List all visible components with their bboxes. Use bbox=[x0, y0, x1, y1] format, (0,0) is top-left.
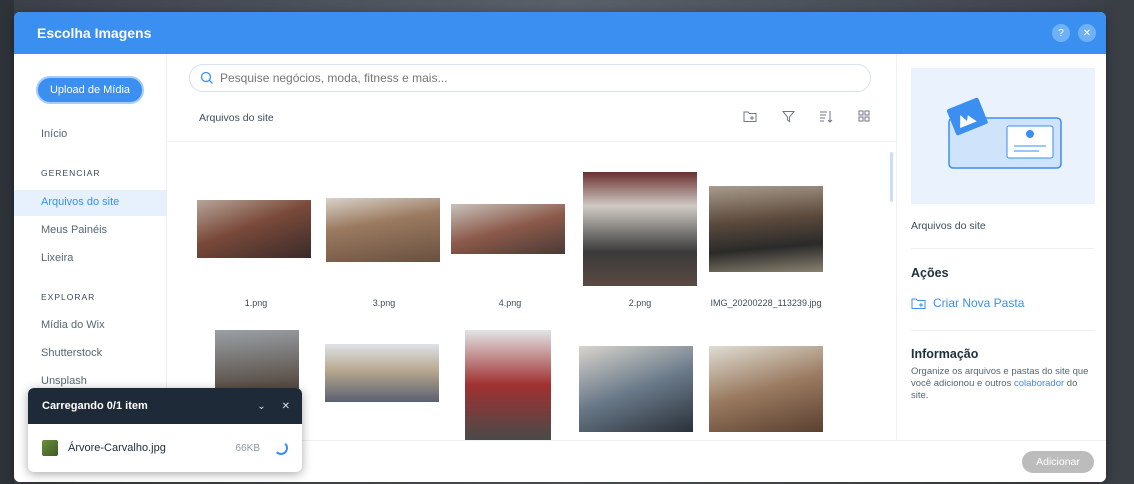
file-name-label: 1.png bbox=[244, 298, 268, 308]
sort-icon[interactable] bbox=[818, 108, 834, 124]
sidebar-item-unsplash[interactable]: Unsplash bbox=[41, 375, 87, 387]
dialog-header: Escolha Imagens ? ✕ bbox=[14, 12, 1106, 54]
help-button[interactable]: ? bbox=[1052, 24, 1070, 42]
sidebar-item-trash[interactable]: Lixeira bbox=[41, 252, 73, 264]
sidebar-item-shutterstock[interactable]: Shutterstock bbox=[41, 347, 102, 359]
panel-divider bbox=[911, 330, 1095, 331]
upload-media-button[interactable]: Upload de Mídia bbox=[36, 76, 144, 104]
add-button[interactable]: Adicionar bbox=[1022, 451, 1094, 473]
file-name-label: IMG_20200228_113239.jpg bbox=[710, 298, 822, 308]
breadcrumb: Arquivos do site bbox=[199, 112, 274, 124]
new-folder-icon[interactable] bbox=[742, 108, 758, 124]
close-icon[interactable]: ✕ bbox=[282, 401, 290, 412]
dialog-title: Escolha Imagens bbox=[37, 25, 152, 41]
sidebar-item-site-files[interactable]: Arquivos do site bbox=[41, 196, 119, 208]
upload-file-row: Árvore-Carvalho.jpg 66KB bbox=[28, 424, 302, 472]
sidebar-item-my-boards[interactable]: Meus Painéis bbox=[41, 224, 107, 236]
image-thumbnail bbox=[709, 346, 823, 432]
sidebar-section-manage: GERENCIAR bbox=[41, 168, 101, 178]
image-thumbnail bbox=[197, 200, 311, 258]
details-panel: Arquivos do site Ações Criar Nova Pasta … bbox=[896, 54, 1106, 440]
background-left-edge bbox=[0, 0, 14, 484]
file-name-label: 3.png bbox=[372, 298, 396, 308]
grid-view-icon[interactable] bbox=[856, 108, 872, 124]
dialog-footer: Adicionar bbox=[166, 440, 1106, 482]
folder-preview bbox=[911, 68, 1095, 204]
question-icon: ? bbox=[1058, 27, 1064, 39]
toast-header: Carregando 0/1 item ⌄ ✕ bbox=[28, 388, 302, 424]
media-tile[interactable]: 2.png bbox=[579, 146, 707, 308]
file-name-label: 2.png bbox=[628, 298, 652, 308]
media-tile[interactable]: IMG_20200228_113239.jpg bbox=[707, 146, 835, 308]
chevron-down-icon[interactable]: ⌄ bbox=[257, 401, 265, 412]
image-thumbnail bbox=[451, 204, 565, 254]
header-divider bbox=[167, 141, 897, 142]
upload-file-name: Árvore-Carvalho.jpg bbox=[68, 442, 166, 454]
new-folder-icon bbox=[911, 298, 926, 309]
media-tile[interactable]: 3.png bbox=[323, 146, 451, 308]
actions-heading: Ações bbox=[911, 266, 949, 280]
sidebar-item-home[interactable]: Início bbox=[41, 128, 67, 140]
file-thumbnail bbox=[42, 440, 58, 456]
media-tile[interactable] bbox=[451, 328, 579, 440]
info-description: Organize os arquivos e pastas do site qu… bbox=[911, 366, 1095, 402]
sidebar-section-explore: EXPLORAR bbox=[41, 292, 96, 302]
search-icon bbox=[200, 71, 213, 84]
media-tile[interactable]: 4.png bbox=[451, 146, 579, 308]
media-tile[interactable] bbox=[579, 328, 707, 438]
upload-progress-toast: Carregando 0/1 item ⌄ ✕ Árvore-Carvalho.… bbox=[28, 388, 302, 472]
search-bar[interactable] bbox=[189, 64, 871, 92]
panel-divider bbox=[911, 248, 1095, 249]
image-thumbnail bbox=[709, 186, 823, 272]
sidebar-item-wix-media[interactable]: Mídia do Wix bbox=[41, 319, 105, 331]
image-thumbnail bbox=[583, 172, 697, 286]
loading-spinner-icon bbox=[274, 441, 288, 455]
close-dialog-button[interactable]: ✕ bbox=[1078, 24, 1096, 42]
info-heading: Informação bbox=[911, 347, 979, 361]
toolbar bbox=[742, 108, 872, 124]
collaborator-link[interactable]: colaborador bbox=[1014, 378, 1064, 389]
search-input[interactable] bbox=[220, 71, 820, 85]
main-content: Arquivos do site 1.png 3. bbox=[166, 54, 897, 440]
image-thumbnail bbox=[326, 198, 440, 262]
media-tile[interactable]: 1.png bbox=[195, 146, 323, 308]
create-folder-link[interactable]: Criar Nova Pasta bbox=[911, 296, 1024, 310]
toast-title: Carregando 0/1 item bbox=[42, 400, 148, 412]
background-right-edge bbox=[1104, 0, 1134, 484]
upload-file-size: 66KB bbox=[235, 442, 260, 454]
folder-illustration-icon bbox=[946, 97, 1062, 169]
media-tile[interactable] bbox=[707, 328, 835, 438]
file-name-label: 4.png bbox=[498, 298, 522, 308]
scrollbar-thumb[interactable] bbox=[890, 152, 893, 202]
image-thumbnail bbox=[579, 346, 693, 432]
image-thumbnail bbox=[325, 344, 439, 402]
panel-title: Arquivos do site bbox=[911, 220, 986, 232]
filter-icon[interactable] bbox=[780, 108, 796, 124]
create-folder-label: Criar Nova Pasta bbox=[933, 296, 1025, 310]
close-icon: ✕ bbox=[1082, 27, 1092, 39]
image-thumbnail bbox=[465, 330, 551, 440]
media-tile[interactable] bbox=[323, 328, 451, 438]
grid-scrollbar[interactable] bbox=[886, 146, 896, 440]
